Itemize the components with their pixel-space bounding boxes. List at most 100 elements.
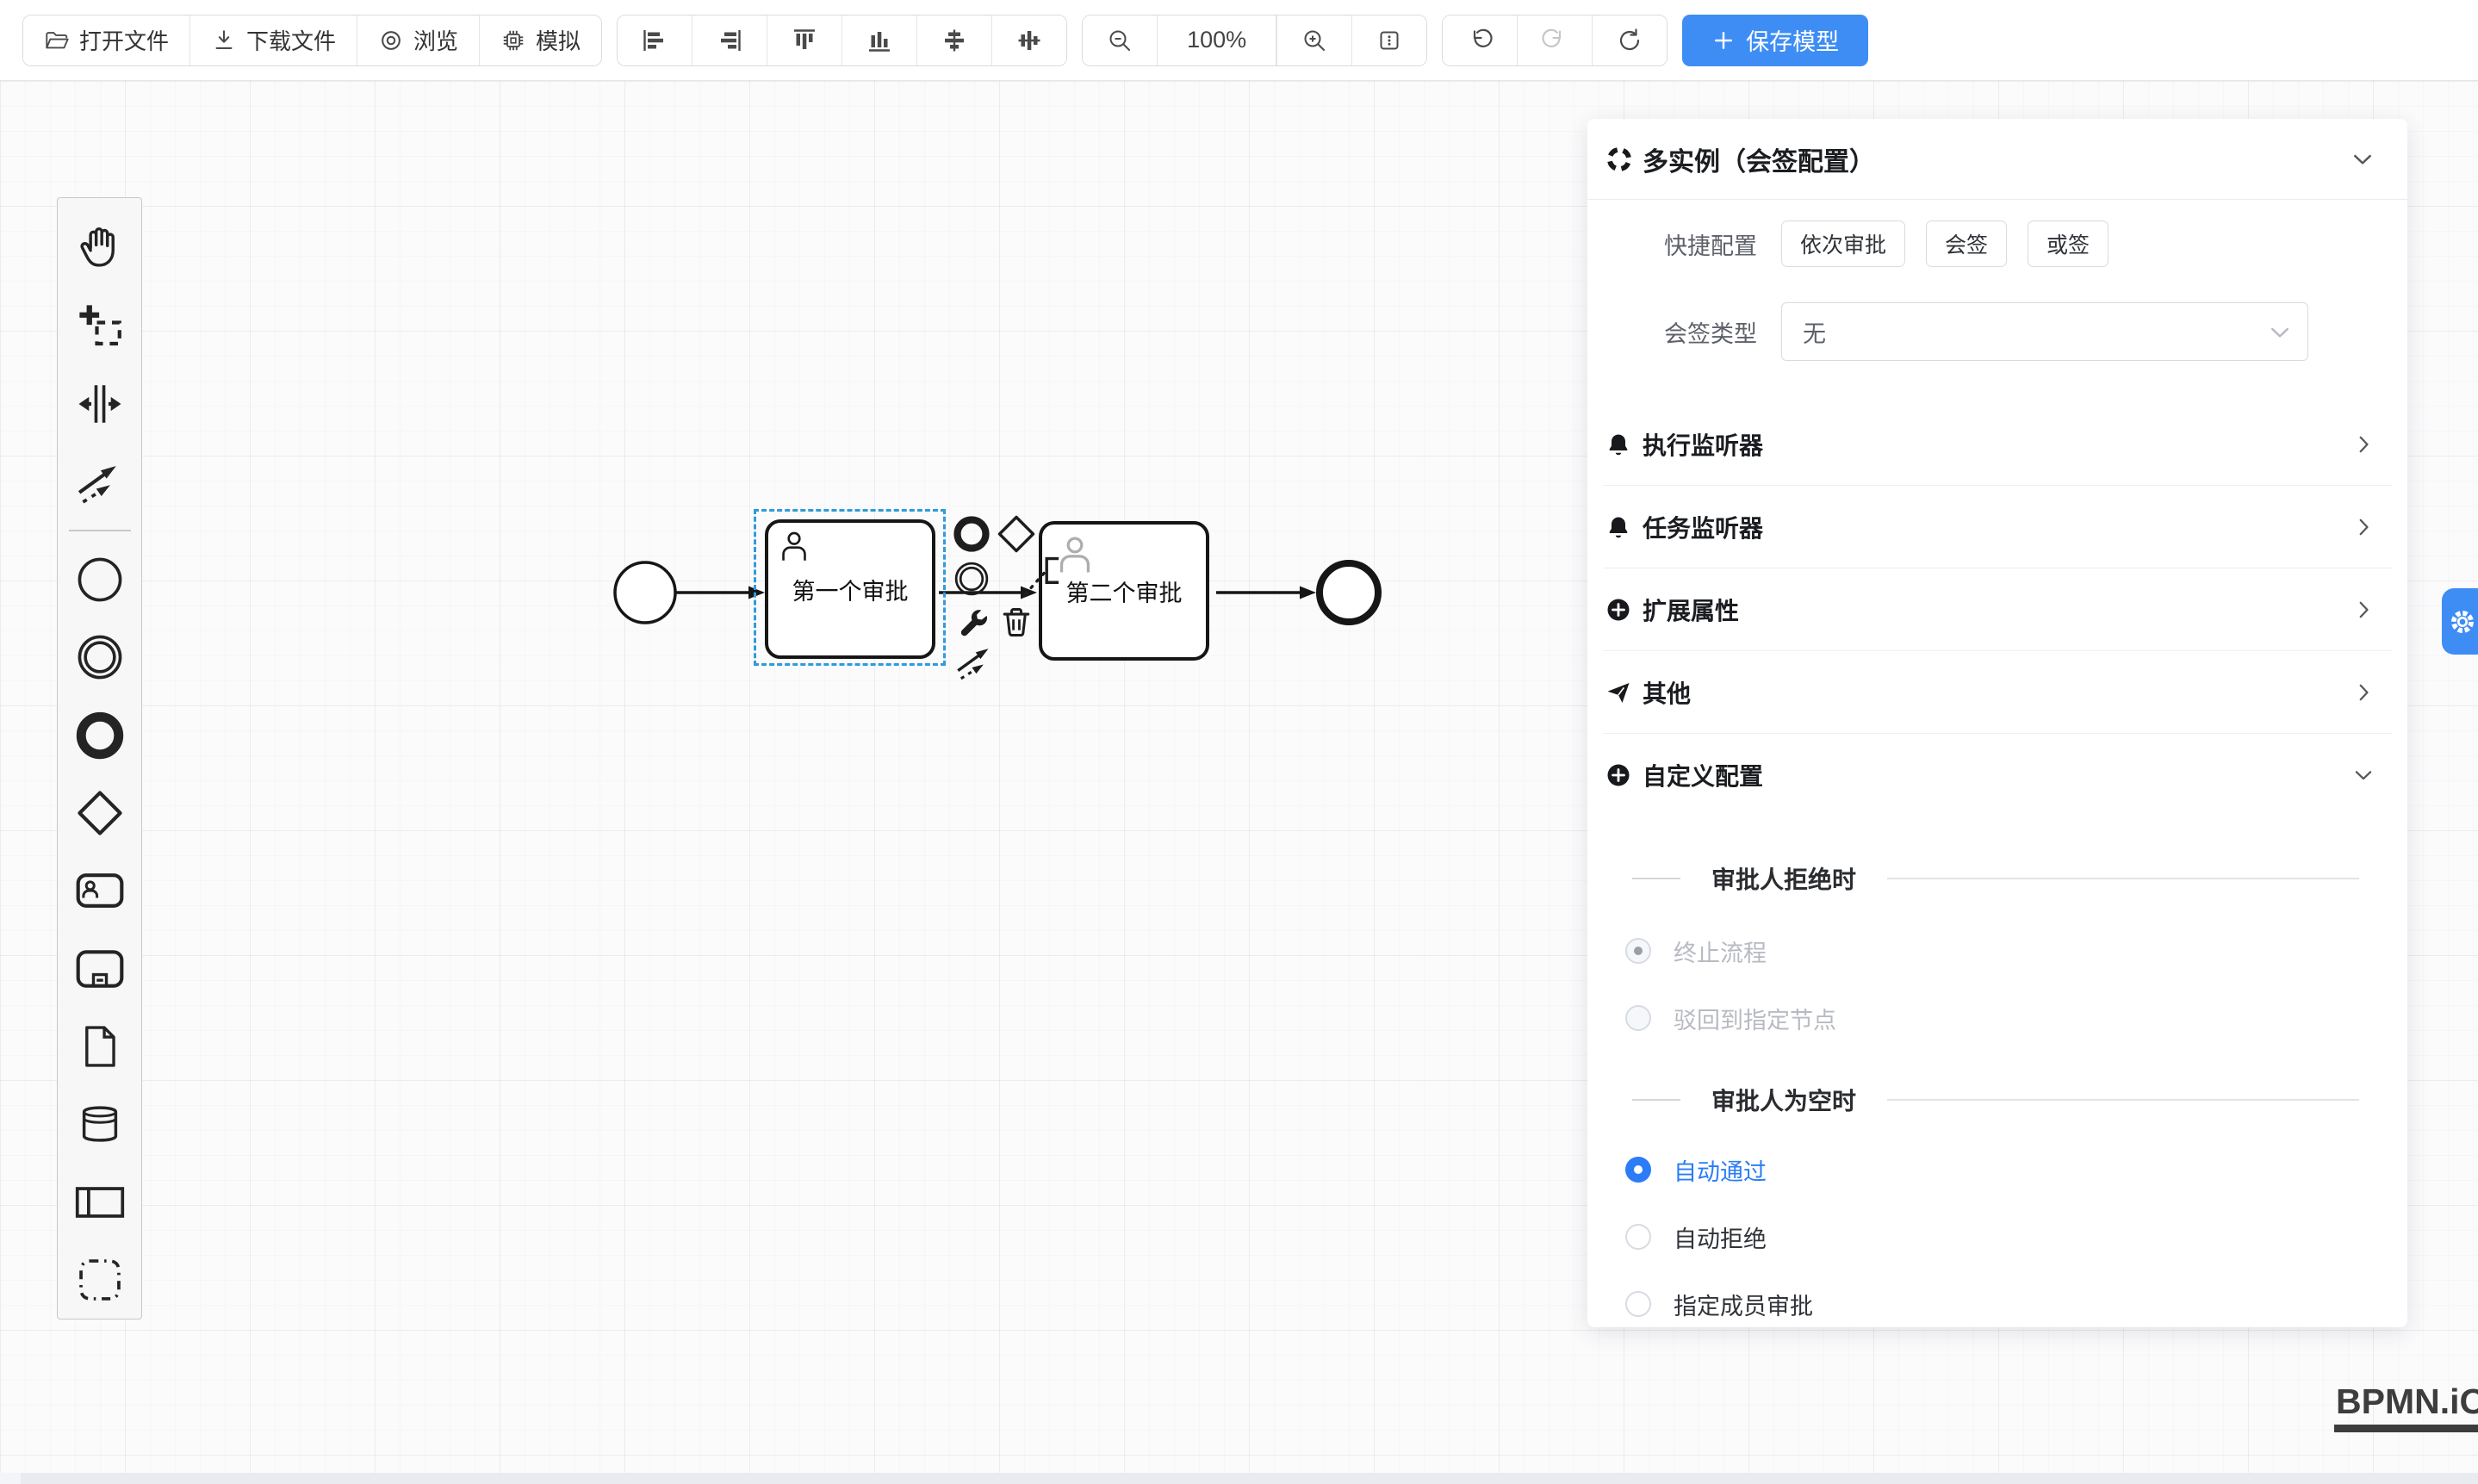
custom-config-label: 自定义配置 — [1643, 758, 1763, 792]
zoom-out-icon — [1106, 27, 1133, 54]
redo-button[interactable] — [1517, 16, 1592, 65]
append-end-event-icon[interactable] — [953, 515, 991, 553]
settings-side-tab[interactable] — [2442, 588, 2478, 655]
quick-config-countersign-button[interactable]: 会签 — [1926, 220, 2007, 267]
align-button-group — [617, 15, 1067, 66]
align-left-button[interactable] — [618, 16, 692, 65]
radio-return-to-node[interactable]: 驳回到指定节点 — [1625, 998, 2407, 1038]
zoom-button-group: 100% — [1082, 15, 1427, 66]
start-event-node[interactable] — [615, 562, 675, 623]
plus-circle-icon — [1605, 596, 1632, 624]
chevron-down-icon[interactable] — [2351, 147, 2375, 171]
download-file-button[interactable]: 下载文件 — [189, 16, 357, 65]
create-subprocess[interactable] — [73, 942, 127, 994]
quick-config-orsign-button[interactable]: 或签 — [2028, 220, 2108, 267]
bpmn-io-logo: BPMN.iO — [2334, 1382, 2478, 1432]
empty-group-title: 审批人为空时 — [1587, 1080, 2407, 1120]
open-file-button[interactable]: 打开文件 — [23, 16, 189, 65]
quick-config-sequential-button[interactable]: 依次审批 — [1781, 220, 1905, 267]
start-event-icon — [75, 555, 125, 605]
create-gateway[interactable] — [73, 787, 127, 839]
reset-view-button[interactable] — [1351, 16, 1426, 65]
plus-icon — [1711, 28, 1736, 53]
user-task-node-1[interactable]: 第一个审批 — [765, 519, 935, 659]
space-tool[interactable] — [73, 378, 127, 430]
chevron-right-icon — [2352, 681, 2375, 704]
undo-button[interactable] — [1443, 16, 1517, 65]
zoom-in-button[interactable] — [1276, 16, 1351, 65]
scrollbar-corner — [0, 1473, 21, 1484]
radio-circle-designated-member[interactable] — [1625, 1291, 1651, 1317]
radio-designated-member[interactable]: 指定成员审批 — [1625, 1284, 2407, 1324]
reset-view-icon — [1376, 27, 1403, 54]
subprocess-icon — [74, 943, 126, 995]
panel-header[interactable]: 多实例（会签配置） — [1587, 119, 2407, 200]
align-bottom-icon — [866, 27, 893, 54]
preview-button[interactable]: 浏览 — [357, 16, 479, 65]
quick-config-label: 快捷配置 — [1587, 227, 1757, 261]
append-intermediate-event-icon[interactable] — [953, 560, 991, 598]
connect-tool-icon — [75, 456, 125, 506]
save-model-button[interactable]: 保存模型 — [1682, 15, 1868, 66]
radio-circle-auto-pass[interactable] — [1625, 1157, 1651, 1183]
align-center-vertical-button[interactable] — [991, 16, 1066, 65]
zoom-out-button[interactable] — [1083, 16, 1157, 65]
download-file-label: 下载文件 — [246, 24, 336, 56]
create-data-store[interactable] — [73, 1098, 127, 1150]
section-custom-config[interactable]: 自定义配置 — [1587, 734, 2407, 816]
radio-terminate-process[interactable]: 终止流程 — [1625, 931, 2407, 971]
execution-listener-label: 执行监听器 — [1643, 427, 1763, 462]
delete-trash-icon[interactable] — [997, 603, 1035, 641]
quick-config-row: 快捷配置 依次审批 会签 或签 — [1587, 220, 2407, 267]
create-intermediate-event[interactable] — [73, 631, 127, 683]
align-top-button[interactable] — [767, 16, 842, 65]
radio-auto-pass[interactable]: 自动通过 — [1625, 1150, 2407, 1189]
align-center-horizontal-button[interactable] — [916, 16, 991, 65]
simulate-button[interactable]: 模拟 — [479, 16, 601, 65]
gateway-icon — [75, 788, 125, 838]
radio-circle-auto-reject[interactable] — [1625, 1224, 1651, 1250]
designated-member-label: 指定成员审批 — [1674, 1288, 1813, 1321]
align-bottom-button[interactable] — [842, 16, 916, 65]
data-store-icon — [76, 1100, 124, 1148]
create-end-event[interactable] — [73, 709, 127, 761]
end-event-icon — [75, 711, 125, 761]
create-start-event[interactable] — [73, 554, 127, 605]
create-group[interactable] — [73, 1254, 127, 1306]
align-right-button[interactable] — [692, 16, 767, 65]
radio-auto-reject[interactable]: 自动拒绝 — [1625, 1217, 2407, 1257]
append-text-annotation-icon[interactable] — [1016, 551, 1071, 606]
save-model-label: 保存模型 — [1746, 23, 1839, 57]
radio-circle-return[interactable] — [1625, 1005, 1651, 1031]
section-task-listener[interactable]: 任务监听器 — [1587, 486, 2407, 568]
lasso-tool-icon — [76, 301, 124, 350]
panel-sections: 执行监听器 任务监听器 扩展属性 其他 — [1587, 403, 2407, 816]
countersign-label: 会签 — [1945, 228, 1988, 259]
create-participant[interactable] — [73, 1176, 127, 1227]
sign-type-select[interactable]: 无 — [1781, 302, 2308, 361]
horizontal-scrollbar[interactable] — [0, 1473, 2478, 1484]
title-dash — [1632, 878, 1680, 879]
section-other[interactable]: 其他 — [1587, 651, 2407, 733]
append-gateway-icon[interactable] — [996, 513, 1037, 555]
restart-button[interactable] — [1592, 16, 1667, 65]
radio-circle-terminate[interactable] — [1625, 938, 1651, 964]
group-icon — [77, 1257, 123, 1303]
open-file-label: 打开文件 — [79, 24, 169, 56]
align-left-icon — [641, 27, 668, 54]
simulate-chip-icon — [500, 28, 526, 53]
change-type-wrench-icon[interactable] — [956, 606, 991, 641]
connect-arrow-icon[interactable] — [954, 641, 996, 682]
section-extended-properties[interactable]: 扩展属性 — [1587, 568, 2407, 650]
hand-tool[interactable] — [73, 222, 127, 274]
create-data-object[interactable] — [73, 1021, 127, 1072]
end-event-node[interactable] — [1320, 563, 1378, 622]
intermediate-event-icon — [75, 632, 125, 682]
create-user-task[interactable] — [73, 865, 127, 916]
lasso-tool[interactable] — [73, 300, 127, 351]
sign-type-value: 无 — [1803, 315, 1826, 349]
section-execution-listener[interactable]: 执行监听器 — [1587, 403, 2407, 485]
auto-reject-label: 自动拒绝 — [1674, 1220, 1767, 1254]
zoom-level: 100% — [1157, 16, 1276, 65]
global-connect-tool[interactable] — [73, 456, 127, 507]
